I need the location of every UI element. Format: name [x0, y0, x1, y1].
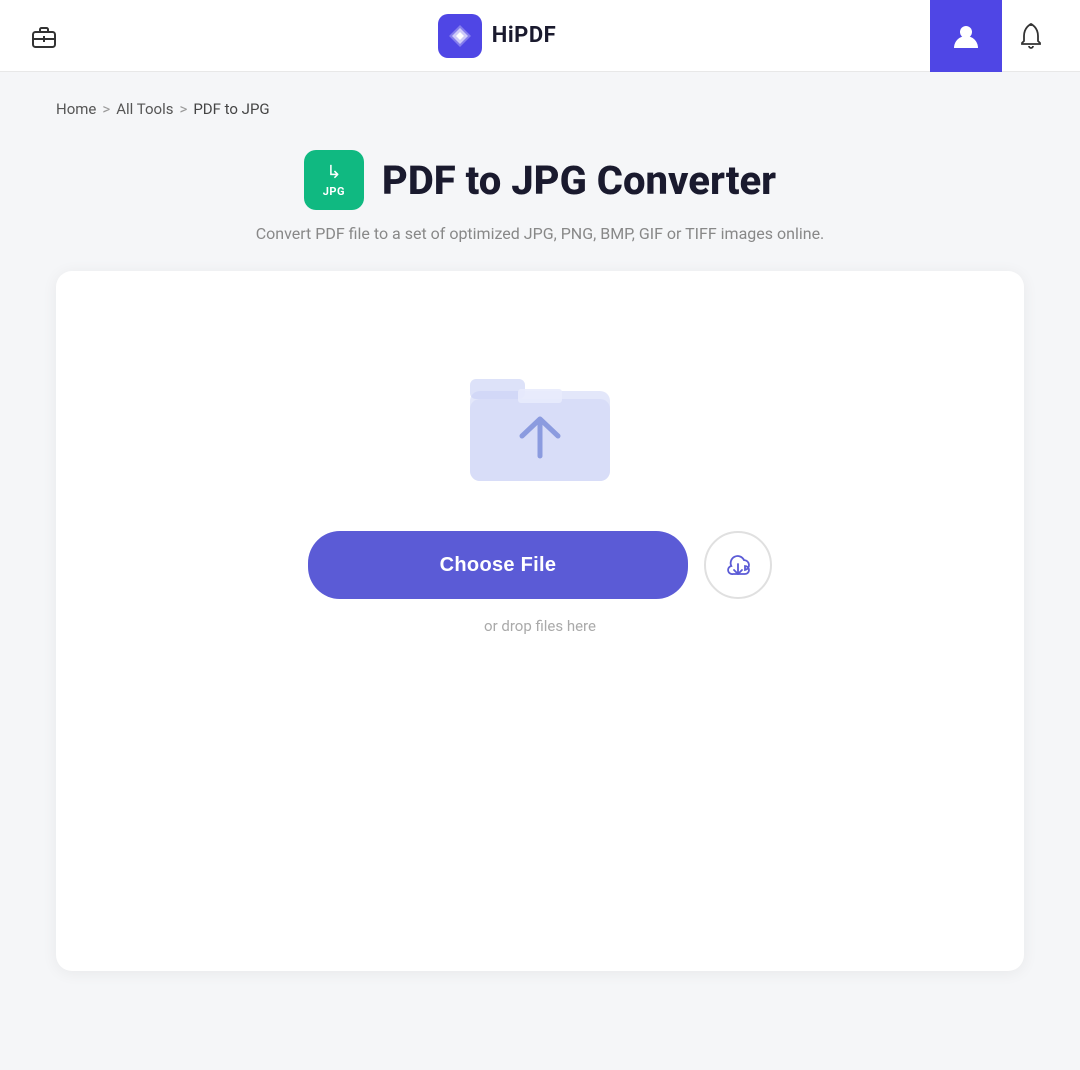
breadcrumb-home[interactable]: Home — [56, 100, 96, 118]
converter-arrow-icon: ↳ — [326, 162, 341, 183]
notification-button[interactable] — [1006, 0, 1056, 72]
folder-upload-icon — [460, 351, 620, 491]
drop-hint: or drop files here — [484, 617, 596, 635]
header-right — [930, 0, 1056, 72]
title-section: ↳ JPG PDF to JPG Converter Convert PDF f… — [0, 118, 1080, 271]
brand-logo[interactable]: HiPDF — [438, 14, 556, 58]
brand-name: HiPDF — [492, 23, 556, 48]
drop-zone-card[interactable]: Choose File or drop files here — [56, 271, 1024, 971]
breadcrumb-sep-2: > — [179, 100, 187, 118]
hipdf-logo-icon — [438, 14, 482, 58]
bell-icon — [1018, 22, 1044, 50]
buttons-row: Choose File — [308, 531, 772, 599]
header: HiPDF — [0, 0, 1080, 72]
breadcrumb-section: Home > All Tools > PDF to JPG — [0, 72, 1080, 118]
user-icon — [950, 20, 982, 52]
breadcrumb-all-tools[interactable]: All Tools — [116, 100, 173, 118]
breadcrumb-sep-1: > — [102, 100, 110, 118]
title-row: ↳ JPG PDF to JPG Converter — [304, 150, 776, 210]
page-title: PDF to JPG Converter — [382, 157, 776, 204]
converter-format-label: JPG — [323, 185, 345, 198]
upload-illustration — [460, 351, 620, 491]
breadcrumb-current: PDF to JPG — [193, 100, 269, 118]
cloud-upload-icon — [723, 550, 753, 580]
header-left — [24, 16, 64, 56]
cloud-upload-button[interactable] — [704, 531, 772, 599]
page-subtitle: Convert PDF file to a set of optimized J… — [256, 224, 825, 243]
toolbox-button[interactable] — [24, 16, 64, 56]
toolbox-icon — [30, 22, 58, 50]
user-avatar-button[interactable] — [930, 0, 1002, 72]
converter-icon: ↳ JPG — [304, 150, 364, 210]
breadcrumb: Home > All Tools > PDF to JPG — [56, 100, 1024, 118]
hipdf-diamond-icon — [446, 22, 474, 50]
choose-file-button[interactable]: Choose File — [308, 531, 688, 599]
